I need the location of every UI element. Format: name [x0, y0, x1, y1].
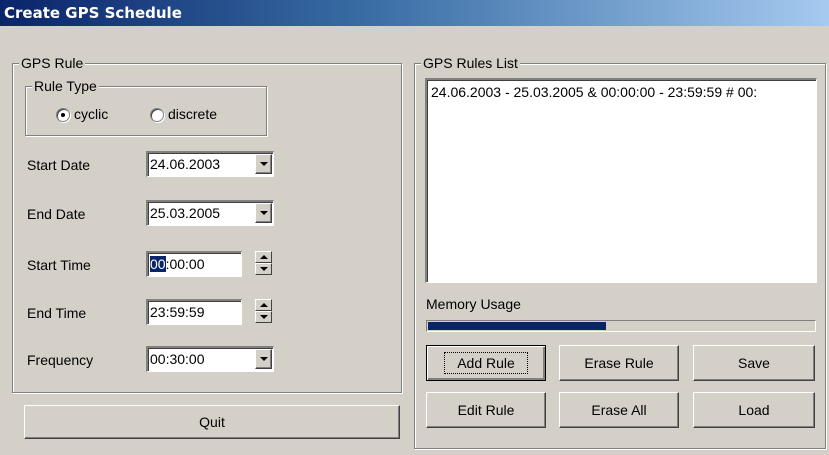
end-time-field[interactable]: 23:59:59 [146, 299, 242, 325]
gps-rules-list-legend: GPS Rules List [421, 55, 520, 71]
radio-discrete[interactable] [150, 108, 164, 122]
add-rule-button[interactable]: Add Rule [426, 345, 546, 381]
erase-rule-button[interactable]: Erase Rule [559, 345, 679, 381]
list-item[interactable]: 24.06.2003 - 25.03.2005 & 00:00:00 - 23:… [431, 84, 812, 100]
radio-discrete-label[interactable]: discrete [168, 106, 217, 122]
end-time-spin-up[interactable] [255, 299, 272, 311]
end-time-spin-down[interactable] [255, 311, 272, 323]
end-time-label: End Time [27, 305, 87, 321]
window-title: Create GPS Schedule [0, 0, 829, 26]
frequency-label: Frequency [27, 352, 94, 368]
load-button[interactable]: Load [693, 392, 815, 428]
memory-usage-label: Memory Usage [426, 296, 521, 312]
start-time-rest: :00:00 [165, 256, 205, 272]
gps-rules-listbox[interactable]: 24.06.2003 - 25.03.2005 & 00:00:00 - 23:… [425, 78, 817, 283]
rule-type-legend: Rule Type [32, 78, 99, 94]
start-time-label: Start Time [27, 257, 91, 273]
start-time-selected-part: 00 [150, 256, 166, 272]
start-date-dropdown-button[interactable] [255, 154, 272, 174]
add-rule-button-label: Add Rule [444, 352, 528, 374]
end-time-value: 23:59:59 [150, 304, 205, 320]
end-date-value: 25.03.2005 [150, 205, 221, 221]
quit-button[interactable]: Quit [24, 405, 400, 439]
erase-all-button[interactable]: Erase All [559, 392, 679, 428]
start-date-value: 24.06.2003 [150, 156, 221, 172]
radio-cyclic[interactable] [56, 108, 70, 122]
frequency-value: 00:30:00 [150, 351, 205, 367]
save-button[interactable]: Save [693, 345, 815, 381]
start-time-spin-down[interactable] [255, 263, 272, 275]
gps-rule-legend: GPS Rule [19, 55, 86, 71]
start-time-field[interactable]: 00:00:00 [146, 251, 242, 277]
memory-usage-fill [428, 322, 607, 330]
start-time-spin-up[interactable] [255, 251, 272, 263]
end-date-label: End Date [27, 206, 86, 222]
edit-rule-button[interactable]: Edit Rule [426, 392, 546, 428]
radio-cyclic-label[interactable]: cyclic [74, 106, 108, 122]
memory-usage-bar [426, 320, 816, 332]
end-date-dropdown-button[interactable] [255, 203, 272, 223]
frequency-dropdown-button[interactable] [255, 349, 272, 369]
start-date-label: Start Date [27, 157, 91, 173]
